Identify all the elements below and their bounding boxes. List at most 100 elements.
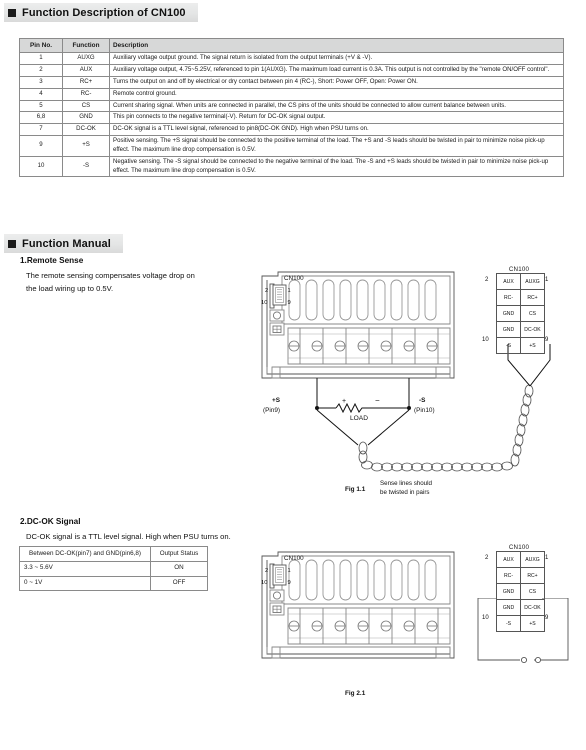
twisted-pair-chain-icon <box>358 384 534 472</box>
cell-description: Auxiliary voltage output ground. The sig… <box>109 52 564 66</box>
cell-pin-no: 3 <box>19 75 63 89</box>
remote-sense-text-line-2: the load wiring up to 0.5V. <box>26 284 114 293</box>
load-label: LOAD <box>350 415 368 422</box>
pin-description-table: Pin No. Function Description 1 AUXG Auxili… <box>19 37 564 178</box>
cell-function: +S <box>62 135 110 157</box>
cn100-pin-cell: AUX <box>496 551 521 568</box>
cell-description: Remote control ground. <box>109 87 564 101</box>
sense-wiring-diagram-fig1: +S (Pin9) -S (Pin10) + − LOAD Sense line… <box>258 330 586 500</box>
dcok-table-wrap: Between DC-OK(pin7) and GND(pin6,8) Outp… <box>19 546 208 592</box>
cn100-pin-9: 9 <box>545 337 549 343</box>
cell-output-status: OFF <box>150 575 208 592</box>
cn100-pin-cell: +S <box>520 337 545 354</box>
plus-s-label: +S <box>272 397 281 404</box>
cell-function: RC- <box>62 87 110 101</box>
cell-pin-no: 9 <box>19 135 63 157</box>
psu-drawing-fig2: CN100 2 1 10 9 <box>258 548 498 673</box>
section-bullet-icon <box>8 239 16 248</box>
pin-description-table-wrap: Pin No. Function Description 1 AUXG Auxili… <box>19 37 564 178</box>
cell-pin-no: 6,8 <box>19 111 63 125</box>
cn100-grid-row: AUX AUXG <box>496 273 545 290</box>
table-row: 7 DC-OK DC-OK signal is a TTL level signal… <box>19 123 564 137</box>
cell-output-status: ON <box>150 560 208 577</box>
cn100-grid-row: -S +S <box>496 337 545 354</box>
cn100-pin-10: 10 <box>482 337 489 343</box>
table-body: 1 AUXG Auxiliary voltage output ground. Th… <box>19 52 564 178</box>
cn100-pin-cell: GND <box>496 305 521 322</box>
psu-pin-9-label: 9 <box>288 580 291 586</box>
section-bullet-icon <box>8 8 16 17</box>
cell-voltage-range: 0 ~ 1V <box>19 575 151 592</box>
psu-pin-1-label: 1 <box>288 568 291 574</box>
section-header-function-manual: Function Manual <box>4 234 123 253</box>
table-row: 1 AUXG Auxiliary voltage output ground. Th… <box>19 52 564 66</box>
dcok-table-body: 3.3 ~ 5.6V ON 0 ~ 1V OFF <box>19 560 208 592</box>
cn100-pin-1: 1 <box>545 277 549 283</box>
table-row: 4 RC- Remote control ground. <box>19 87 564 101</box>
cn100-pin-cell: RC- <box>496 567 521 584</box>
cell-function: GND <box>62 111 110 125</box>
cn100-pin-cell: AUX <box>496 273 521 290</box>
cn100-pin-2: 2 <box>485 277 489 283</box>
cell-function: RC+ <box>62 75 110 89</box>
cell-function: -S <box>62 155 110 178</box>
cn100-pin-cell: RC+ <box>520 289 545 306</box>
cn100-pin-cell: GND <box>496 321 521 338</box>
table-row: 6,8 GND This pin connects to the negative … <box>19 111 564 125</box>
cn100-pinout-fig1: CN100 2 1 10 9 AUX AUXG RC- RC+ GND CS GND DC-O… <box>482 266 549 354</box>
cell-description: Auxiliary voltage output, 4.75~5.25V, re… <box>109 64 564 77</box>
minus-s-label: -S <box>419 397 426 404</box>
heading-dcok-signal: 2.DC-OK Signal <box>20 517 81 526</box>
dcok-header-row: Between DC-OK(pin7) and GND(pin6,8) Outp… <box>19 546 208 562</box>
output-terminal-2-icon <box>534 656 542 664</box>
cn100-pin-2: 2 <box>485 555 489 561</box>
cell-pin-no: 1 <box>19 52 63 66</box>
col-header-description: Description <box>109 37 564 54</box>
psu-pin-10-label: 10 <box>261 300 267 306</box>
cell-function: AUX <box>62 64 110 77</box>
psu-pin-2-label: 2 <box>265 288 268 294</box>
load-plus-sign: + <box>342 398 346 405</box>
cn100-pin-cell: RC+ <box>520 567 545 584</box>
col-header-pin-no: Pin No. <box>19 37 63 54</box>
table-header-row: Pin No. Function Description <box>19 37 564 54</box>
cell-pin-no: 5 <box>19 99 63 113</box>
dcok-wiring-svg <box>477 597 569 664</box>
cn100-pin-1: 1 <box>545 555 549 561</box>
cn100-title: CN100 <box>508 544 530 551</box>
cn100-pin-cell: DC-OK <box>520 321 545 338</box>
table-row: 2 AUX Auxiliary voltage output, 4.75~5.25V… <box>19 64 564 77</box>
sense-wiring-svg: +S (Pin9) -S (Pin10) + − LOAD Sense line… <box>263 344 551 496</box>
psu-pin-1-label: 1 <box>288 288 291 294</box>
table-row: 10 -S Negative sensing. The -S signal shou… <box>19 155 564 178</box>
dcok-text: DC-OK signal is a TTL level signal. High… <box>26 532 231 541</box>
table-head: Pin No. Function Description <box>19 37 564 54</box>
cell-description: Positive sensing. The +S signal should b… <box>109 135 564 157</box>
cell-function: DC-OK <box>62 123 110 137</box>
cn100-pin-cell: RC- <box>496 289 521 306</box>
cell-description: Negative sensing. The -S signal should b… <box>109 155 564 178</box>
psu-cn100-label: CN100 <box>284 555 304 562</box>
psu-pin-10-label: 10 <box>261 580 267 586</box>
dcok-table-row: 3.3 ~ 5.6V ON <box>19 560 208 577</box>
cell-pin-no: 4 <box>19 87 63 101</box>
heading-remote-sense: 1.Remote Sense <box>20 256 84 265</box>
cn100-grid-row: RC- RC+ <box>496 567 545 584</box>
minus-s-pin-label: (Pin10) <box>414 407 435 414</box>
section-title: Function Description of CN100 <box>22 6 186 19</box>
cn100-grid-row: GND CS <box>496 305 545 322</box>
twist-note-line-1: Sense lines should <box>380 480 432 487</box>
cn100-pin-cell: AUXG <box>520 551 545 568</box>
psu-illustration-svg-2: CN100 2 1 10 9 <box>261 551 455 659</box>
cn100-pin-grid: AUX AUXG RC- RC+ GND CS GND DC-OK -S +S <box>496 273 545 354</box>
cn100-grid-row: RC- RC+ <box>496 289 545 306</box>
dcok-output-wiring <box>468 597 586 688</box>
table-row: 5 CS Current sharing signal. When units ar… <box>19 99 564 113</box>
cell-function: AUXG <box>62 52 110 66</box>
fig-caption-2: Fig 2.1 <box>345 690 366 697</box>
cell-function: CS <box>62 99 110 113</box>
section-title: Function Manual <box>22 237 111 250</box>
cell-voltage-range: 3.3 ~ 5.6V <box>19 560 151 577</box>
dcok-col-header-status: Output Status <box>150 546 208 562</box>
output-terminal-1-icon <box>520 656 528 664</box>
